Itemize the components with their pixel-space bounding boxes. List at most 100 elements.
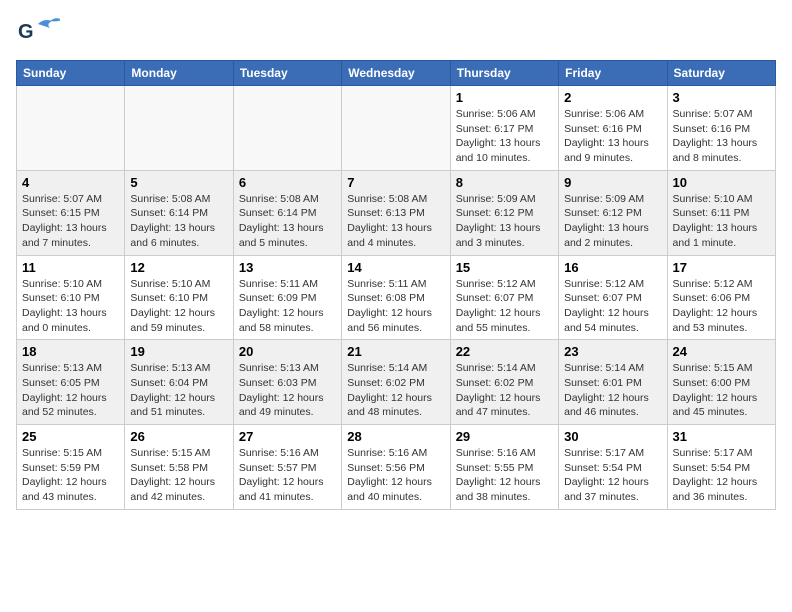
day-number: 29 (456, 429, 553, 444)
calendar-cell: 20Sunrise: 5:13 AMSunset: 6:03 PMDayligh… (233, 340, 341, 425)
day-sun-info: Sunrise: 5:07 AMSunset: 6:16 PMDaylight:… (673, 107, 770, 166)
day-sun-info: Sunrise: 5:06 AMSunset: 6:17 PMDaylight:… (456, 107, 553, 166)
day-sun-info: Sunrise: 5:16 AMSunset: 5:56 PMDaylight:… (347, 446, 444, 505)
calendar-cell: 31 Sunrise: 5:17 AMSunset: 5:54 PMDayligh… (667, 425, 775, 510)
day-header-wednesday: Wednesday (342, 61, 450, 86)
day-sun-info: Sunrise: 5:10 AMSunset: 6:11 PMDaylight:… (673, 192, 770, 251)
day-sun-info: Sunrise: 5:11 AMSunset: 6:09 PMDaylight:… (239, 277, 336, 336)
calendar-cell: 30 Sunrise: 5:17 AMSunset: 5:54 PMDayligh… (559, 425, 667, 510)
calendar-cell: 29 Sunrise: 5:16 AMSunset: 5:55 PMDayligh… (450, 425, 558, 510)
calendar-cell (125, 86, 233, 171)
calendar-week-row: 1 Sunrise: 5:06 AMSunset: 6:17 PMDaylight… (17, 86, 776, 171)
calendar-cell: 23 Sunrise: 5:14 AMSunset: 6:01 PMDayligh… (559, 340, 667, 425)
day-sun-info: Sunrise: 5:06 AMSunset: 6:16 PMDaylight:… (564, 107, 661, 166)
calendar-cell (233, 86, 341, 171)
day-number: 27 (239, 429, 336, 444)
day-sun-info: Sunrise: 5:14 AMSunset: 6:01 PMDaylight:… (564, 361, 661, 420)
calendar-cell: 19 Sunrise: 5:13 AMSunset: 6:04 PMDayligh… (125, 340, 233, 425)
day-number: 9 (564, 175, 661, 190)
calendar-cell: 12 Sunrise: 5:10 AMSunset: 6:10 PMDayligh… (125, 255, 233, 340)
calendar-cell: 2 Sunrise: 5:06 AMSunset: 6:16 PMDaylight… (559, 86, 667, 171)
day-sun-info: Sunrise: 5:10 AMSunset: 6:10 PMDaylight:… (130, 277, 227, 336)
day-header-sunday: Sunday (17, 61, 125, 86)
calendar-cell: 18Sunrise: 5:13 AMSunset: 6:05 PMDayligh… (17, 340, 125, 425)
calendar-cell: 3 Sunrise: 5:07 AMSunset: 6:16 PMDaylight… (667, 86, 775, 171)
calendar-header-row: SundayMondayTuesdayWednesdayThursdayFrid… (17, 61, 776, 86)
calendar-cell: 24 Sunrise: 5:15 AMSunset: 6:00 PMDayligh… (667, 340, 775, 425)
day-header-thursday: Thursday (450, 61, 558, 86)
calendar-cell: 27 Sunrise: 5:16 AMSunset: 5:57 PMDayligh… (233, 425, 341, 510)
logo-icon: G (16, 16, 60, 52)
day-number: 3 (673, 90, 770, 105)
day-sun-info: Sunrise: 5:13 AMSunset: 6:04 PMDaylight:… (130, 361, 227, 420)
day-sun-info: Sunrise: 5:08 AMSunset: 6:13 PMDaylight:… (347, 192, 444, 251)
day-number: 1 (456, 90, 553, 105)
day-number: 5 (130, 175, 227, 190)
day-number: 25 (22, 429, 119, 444)
day-number: 22 (456, 344, 553, 359)
calendar-cell: 16Sunrise: 5:12 AMSunset: 6:07 PMDayligh… (559, 255, 667, 340)
day-number: 19 (130, 344, 227, 359)
day-sun-info: Sunrise: 5:14 AMSunset: 6:02 PMDaylight:… (456, 361, 553, 420)
day-sun-info: Sunrise: 5:12 AMSunset: 6:06 PMDaylight:… (673, 277, 770, 336)
day-number: 23 (564, 344, 661, 359)
day-sun-info: Sunrise: 5:10 AMSunset: 6:10 PMDaylight:… (22, 277, 119, 336)
calendar-cell: 26Sunrise: 5:15 AMSunset: 5:58 PMDayligh… (125, 425, 233, 510)
day-sun-info: Sunrise: 5:13 AMSunset: 6:03 PMDaylight:… (239, 361, 336, 420)
day-number: 28 (347, 429, 444, 444)
calendar-cell: 14Sunrise: 5:11 AMSunset: 6:08 PMDayligh… (342, 255, 450, 340)
day-sun-info: Sunrise: 5:12 AMSunset: 6:07 PMDaylight:… (456, 277, 553, 336)
calendar-week-row: 18Sunrise: 5:13 AMSunset: 6:05 PMDayligh… (17, 340, 776, 425)
day-sun-info: Sunrise: 5:14 AMSunset: 6:02 PMDaylight:… (347, 361, 444, 420)
day-number: 14 (347, 260, 444, 275)
svg-text:G: G (18, 21, 34, 43)
day-number: 13 (239, 260, 336, 275)
calendar-cell: 4Sunrise: 5:07 AMSunset: 6:15 PMDaylight… (17, 170, 125, 255)
day-number: 17 (673, 260, 770, 275)
day-number: 16 (564, 260, 661, 275)
calendar-cell: 17 Sunrise: 5:12 AMSunset: 6:06 PMDayligh… (667, 255, 775, 340)
calendar-cell: 7Sunrise: 5:08 AMSunset: 6:13 PMDaylight… (342, 170, 450, 255)
day-header-tuesday: Tuesday (233, 61, 341, 86)
day-number: 21 (347, 344, 444, 359)
logo: G (16, 16, 64, 52)
day-number: 31 (673, 429, 770, 444)
day-number: 8 (456, 175, 553, 190)
calendar-cell: 8 Sunrise: 5:09 AMSunset: 6:12 PMDaylight… (450, 170, 558, 255)
day-sun-info: Sunrise: 5:16 AMSunset: 5:55 PMDaylight:… (456, 446, 553, 505)
day-sun-info: Sunrise: 5:15 AMSunset: 5:59 PMDaylight:… (22, 446, 119, 505)
calendar-cell: 28 Sunrise: 5:16 AMSunset: 5:56 PMDayligh… (342, 425, 450, 510)
day-header-monday: Monday (125, 61, 233, 86)
calendar-cell: 11 Sunrise: 5:10 AMSunset: 6:10 PMDayligh… (17, 255, 125, 340)
day-sun-info: Sunrise: 5:17 AMSunset: 5:54 PMDaylight:… (673, 446, 770, 505)
calendar-cell: 6Sunrise: 5:08 AMSunset: 6:14 PMDaylight… (233, 170, 341, 255)
day-number: 30 (564, 429, 661, 444)
day-number: 10 (673, 175, 770, 190)
day-header-friday: Friday (559, 61, 667, 86)
day-number: 24 (673, 344, 770, 359)
calendar-cell: 1 Sunrise: 5:06 AMSunset: 6:17 PMDaylight… (450, 86, 558, 171)
day-sun-info: Sunrise: 5:09 AMSunset: 6:12 PMDaylight:… (564, 192, 661, 251)
day-number: 12 (130, 260, 227, 275)
day-sun-info: Sunrise: 5:15 AMSunset: 6:00 PMDaylight:… (673, 361, 770, 420)
calendar-cell: 9 Sunrise: 5:09 AMSunset: 6:12 PMDaylight… (559, 170, 667, 255)
day-number: 6 (239, 175, 336, 190)
day-sun-info: Sunrise: 5:17 AMSunset: 5:54 PMDaylight:… (564, 446, 661, 505)
day-sun-info: Sunrise: 5:09 AMSunset: 6:12 PMDaylight:… (456, 192, 553, 251)
day-number: 2 (564, 90, 661, 105)
day-sun-info: Sunrise: 5:16 AMSunset: 5:57 PMDaylight:… (239, 446, 336, 505)
day-sun-info: Sunrise: 5:15 AMSunset: 5:58 PMDaylight:… (130, 446, 227, 505)
day-sun-info: Sunrise: 5:13 AMSunset: 6:05 PMDaylight:… (22, 361, 119, 420)
day-header-saturday: Saturday (667, 61, 775, 86)
calendar-cell: 22 Sunrise: 5:14 AMSunset: 6:02 PMDayligh… (450, 340, 558, 425)
calendar-cell (17, 86, 125, 171)
calendar-cell: 15 Sunrise: 5:12 AMSunset: 6:07 PMDayligh… (450, 255, 558, 340)
day-sun-info: Sunrise: 5:07 AMSunset: 6:15 PMDaylight:… (22, 192, 119, 251)
calendar-table: SundayMondayTuesdayWednesdayThursdayFrid… (16, 60, 776, 510)
day-number: 15 (456, 260, 553, 275)
calendar-cell: 5 Sunrise: 5:08 AMSunset: 6:14 PMDaylight… (125, 170, 233, 255)
calendar-week-row: 4Sunrise: 5:07 AMSunset: 6:15 PMDaylight… (17, 170, 776, 255)
calendar-week-row: 25 Sunrise: 5:15 AMSunset: 5:59 PMDayligh… (17, 425, 776, 510)
day-sun-info: Sunrise: 5:08 AMSunset: 6:14 PMDaylight:… (130, 192, 227, 251)
day-number: 11 (22, 260, 119, 275)
